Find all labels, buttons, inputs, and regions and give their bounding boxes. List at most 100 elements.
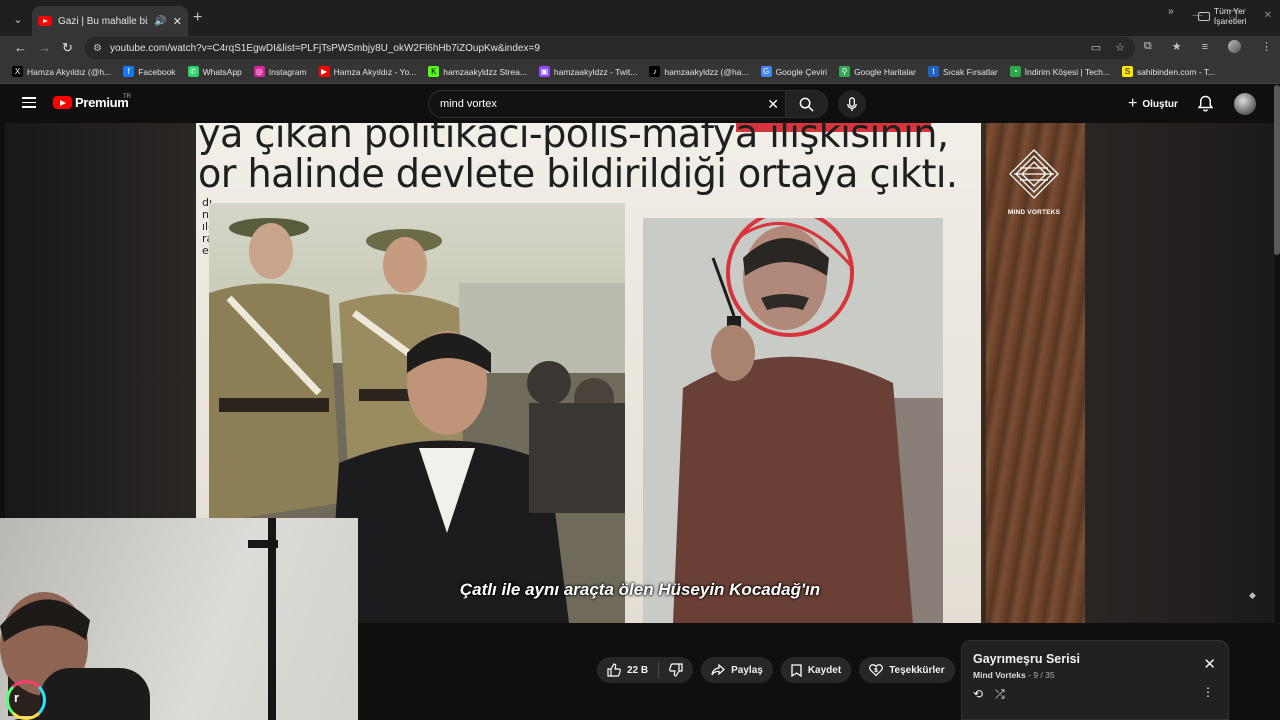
playlist-menu-icon[interactable]: ⋮ xyxy=(1202,685,1214,699)
thumbs-down-icon xyxy=(669,663,683,677)
youtube-play-logo-icon xyxy=(53,96,72,109)
playlist-channel[interactable]: Mind Vorteks xyxy=(973,670,1026,680)
bookmark-label: İndirim Köşesi | Tech... xyxy=(1024,66,1110,77)
tiktok-icon: ♪ xyxy=(649,66,661,77)
account-avatar[interactable] xyxy=(1234,93,1256,115)
reload-icon[interactable]: ↻ xyxy=(62,40,73,56)
profile-avatar-icon[interactable] xyxy=(1228,40,1241,53)
twitch-icon: ▣ xyxy=(538,66,550,77)
super-thanks-icon: $ xyxy=(869,664,884,677)
speaker-icon[interactable]: 🔊 xyxy=(154,16,166,27)
deals-icon: t xyxy=(927,66,939,77)
instagram-icon: ◎ xyxy=(253,66,265,77)
playlist-title[interactable]: Gayrımeşru Serisi xyxy=(973,652,1080,666)
notifications-bell-icon[interactable] xyxy=(1197,95,1214,117)
create-button[interactable]: + Oluştur xyxy=(1120,93,1186,115)
like-dislike-group: 22 B xyxy=(597,657,694,683)
close-playlist-icon[interactable]: ✕ xyxy=(1203,655,1216,673)
bookmark-star-icon[interactable]: ☆ xyxy=(1115,41,1125,54)
bookmark-item[interactable]: G Google Çeviri xyxy=(760,66,827,77)
media-control-icon[interactable]: ≡ xyxy=(1202,41,1208,53)
brand-name: MIND VORTEKS xyxy=(1007,209,1061,216)
like-count: 22 B xyxy=(627,664,649,676)
search-icon xyxy=(799,97,814,112)
tab-search-chevron-icon[interactable]: ⌄ xyxy=(8,9,28,29)
video-actions: 22 B Paylaş Kaydet $ Teşekkürler ⋯ xyxy=(597,657,989,683)
thanks-button[interactable]: $ Teşekkürler xyxy=(859,657,955,683)
bookmark-label: hamzaakyldzz Strea... xyxy=(443,66,527,77)
bookmark-item[interactable]: Khamzaakyldzz Strea... xyxy=(428,66,527,77)
search-button[interactable] xyxy=(786,90,828,118)
bookmark-label: WhatsApp xyxy=(202,66,242,77)
bookmark-item[interactable]: ⚲ Google Haritalar xyxy=(839,66,916,77)
thanks-label: Teşekkürler xyxy=(889,664,945,676)
shuffle-icon[interactable]: ⤮ xyxy=(995,687,1005,702)
bookmark-item[interactable]: Ssahibinden.com - T... xyxy=(1121,66,1216,77)
guide-menu-icon[interactable] xyxy=(22,97,36,108)
save-label: Kaydet xyxy=(807,664,842,676)
back-icon[interactable]: ← xyxy=(14,40,27,55)
bookmark-save-icon xyxy=(791,663,802,677)
browser-tab-active[interactable]: Gazi | Bu mahalle bizim [bölüm 🔊 ✕ xyxy=(32,6,188,36)
address-bar[interactable]: ⚙ youtube.com/watch?v=C4rqS1EgwDI&list=P… xyxy=(85,37,1135,59)
voice-search-button[interactable] xyxy=(838,90,866,118)
new-tab-icon[interactable]: + xyxy=(193,9,202,27)
dislike-button[interactable] xyxy=(659,663,693,677)
youtube-favicon-icon xyxy=(38,16,52,26)
thumbs-up-icon xyxy=(607,663,621,677)
stream-overlay-letter: r xyxy=(14,690,20,705)
bookmark-label: sahibinden.com - T... xyxy=(1136,66,1216,77)
bookmark-item[interactable]: ◎ Instagram xyxy=(253,66,307,77)
page-scrollbar[interactable] xyxy=(1274,85,1280,255)
bookmark-item[interactable]: t Sıcak Fırsatlar xyxy=(927,66,998,77)
svg-text:$: $ xyxy=(874,667,878,674)
webcam-overlay xyxy=(0,518,358,720)
logo-text: Premium xyxy=(75,95,129,110)
browser-menu-icon[interactable]: ⋮ xyxy=(1261,40,1272,53)
tab-close-icon[interactable]: ✕ xyxy=(173,15,182,28)
bookmarks-overflow-icon[interactable]: » xyxy=(1168,6,1174,17)
extensions-icon[interactable]: ⧉ xyxy=(1144,40,1152,53)
newspaper-headline: ya çıkan politikacı-polis-mafya ilişkisi… xyxy=(198,123,958,197)
browser-toolbar: ← → ↻ ⚙ youtube.com/watch?v=C4rqS1EgwDI&… xyxy=(0,36,1280,60)
youtube-header: Premium TR mind vortex ✕ + Oluştur xyxy=(0,85,1280,123)
bookmark-item[interactable]: ◔ İndirim Köşesi | Tech... xyxy=(1009,66,1110,77)
discount-icon: ◔ xyxy=(1009,66,1021,77)
youtube-logo[interactable]: Premium xyxy=(53,95,129,110)
bookmarks-star-icon[interactable]: ★ xyxy=(1172,40,1182,53)
bookmark-item[interactable]: ✆ WhatsApp xyxy=(187,66,242,77)
all-bookmarks[interactable]: Tüm Yer İşaretleri xyxy=(1198,6,1280,26)
bookmark-item[interactable]: ▶ Hamza Akyıldız - Yo... xyxy=(318,66,417,77)
microphone-icon xyxy=(847,96,857,111)
like-button[interactable]: 22 B xyxy=(597,663,658,677)
clear-search-icon[interactable]: ✕ xyxy=(767,96,779,113)
bookmark-item[interactable]: f Facebook xyxy=(123,66,176,77)
playlist-position: 9 / 35 xyxy=(1033,670,1055,680)
channel-watermark: MIND VORTEKS xyxy=(1004,148,1064,216)
kick-icon: K xyxy=(428,66,440,77)
ambient-right xyxy=(1085,123,1275,623)
bookmark-item[interactable]: X Hamza Akyıldız (@h... xyxy=(12,66,111,77)
bookmark-label: Hamza Akyıldız - Yo... xyxy=(333,66,417,77)
forward-icon[interactable]: → xyxy=(38,40,51,55)
playlist-meta: Mind Vorteks - 9 / 35 xyxy=(973,670,1055,680)
whatsapp-icon: ✆ xyxy=(187,66,199,77)
save-button[interactable]: Kaydet xyxy=(780,657,852,683)
headline-line-1: ya çıkan politikacı-polis-mafya ilişkisi… xyxy=(198,123,949,157)
cast-icon[interactable]: ▭ xyxy=(1091,41,1101,54)
diamond-icon: ◆ xyxy=(1249,590,1256,600)
search-input[interactable]: mind vortex ✕ xyxy=(428,90,786,118)
bookmarks-bar: X Hamza Akyıldız (@h... f Facebook ✆ WhatsApp… xyxy=(0,60,1280,84)
bookmark-item[interactable]: ▣ hamzaakyldzz - Twit... xyxy=(538,66,637,77)
bookmark-item[interactable]: ♪ hamzaakyldzz (@ha... xyxy=(649,66,749,77)
all-bookmarks-label: Tüm Yer İşaretleri xyxy=(1213,6,1247,26)
share-button[interactable]: Paylaş xyxy=(701,657,773,683)
mic-stand-arm xyxy=(248,540,278,548)
url-text: youtube.com/watch?v=C4rqS1EgwDI&list=PLF… xyxy=(109,42,540,54)
headline-line-2: or halinde devlete bildirildiği ortaya ç… xyxy=(198,152,958,197)
browser-tab-bar: ⌄ Gazi | Bu mahalle bizim [bölüm 🔊 ✕ + —… xyxy=(0,0,1280,36)
share-icon xyxy=(711,664,726,676)
loop-icon[interactable]: ⟲ xyxy=(973,687,983,702)
site-info-icon[interactable]: ⚙ xyxy=(93,43,102,54)
mic-stand xyxy=(268,518,276,720)
